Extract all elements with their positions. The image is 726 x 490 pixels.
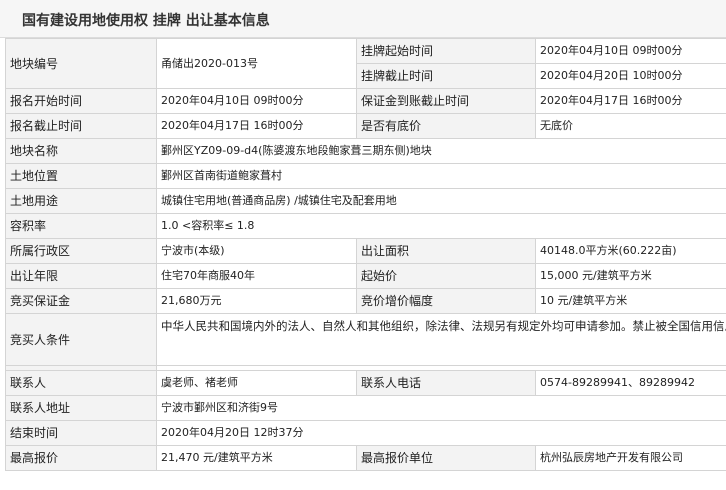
table-row: 土地位置 鄞州区首南街道鲍家葺村 (5, 163, 726, 189)
area-label: 出让面积 (356, 238, 536, 264)
phone-value: 0574-89289941、89289942 (535, 370, 726, 396)
land-use-value: 城镇住宅用地(普通商品房) /城镇住宅及配套用地 (156, 188, 726, 214)
listing-end-label: 挂牌截止时间 (356, 63, 536, 89)
contact-value: 虞老师、褚老师 (156, 370, 357, 396)
reserve-price-value: 无底价 (535, 113, 726, 139)
table-row: 地块名称 鄞州区YZ09-09-d4(陈婆渡东地段鲍家葺三期东侧)地块 (5, 138, 726, 164)
table-row: 地块编号 甬储出2020-013号 挂牌起始时间 2020年04月10日 09时… (5, 38, 726, 89)
table-row: 联系人地址 宁波市鄞州区和济街9号 (5, 395, 726, 421)
top-price-label: 最高报价 (5, 445, 157, 471)
table-row: 竞买人条件 中华人民共和国境内外的法人、自然人和其他组织，除法律、法规另有规定外… (5, 313, 726, 366)
address-label: 联系人地址 (5, 395, 157, 421)
conditions-label: 竞买人条件 (5, 313, 157, 366)
plot-name-label: 地块名称 (5, 138, 157, 164)
signup-start-value: 2020年04月10日 09时00分 (156, 88, 357, 114)
bid-deposit-label: 竞买保证金 (5, 288, 157, 314)
bid-deposit-value: 21,680万元 (156, 288, 357, 314)
district-value: 宁波市(本级) (156, 238, 357, 264)
table-row: 所属行政区 宁波市(本级) 出让面积 40148.0平方米(60.222亩) (5, 238, 726, 264)
plot-name-value: 鄞州区YZ09-09-d4(陈婆渡东地段鲍家葺三期东侧)地块 (156, 138, 726, 164)
table-row: 结束时间 2020年04月20日 12时37分 (5, 420, 726, 446)
end-time-label: 结束时间 (5, 420, 157, 446)
term-value: 住宅70年商服40年 (156, 263, 357, 289)
table-row: 最高报价 21,470 元/建筑平方米 最高报价单位 杭州弘辰房地产开发有限公司 (5, 445, 726, 471)
contact-label: 联系人 (5, 370, 157, 396)
phone-label: 联系人电话 (356, 370, 536, 396)
signup-end-value: 2020年04月17日 16时00分 (156, 113, 357, 139)
reserve-price-label: 是否有底价 (356, 113, 536, 139)
land-use-label: 土地用途 (5, 188, 157, 214)
top-bidder-value: 杭州弘辰房地产开发有限公司 (535, 445, 726, 471)
page-header: 国有建设用地使用权 挂牌 出让基本信息 (0, 0, 726, 38)
plot-no-value: 甬储出2020-013号 (156, 38, 357, 89)
table-row: 报名截止时间 2020年04月17日 16时00分 是否有底价 无底价 (5, 113, 726, 139)
increment-value: 10 元/建筑平方米 (535, 288, 726, 314)
signup-start-label: 报名开始时间 (5, 88, 157, 114)
district-label: 所属行政区 (5, 238, 157, 264)
listing-start-label: 挂牌起始时间 (356, 38, 536, 64)
deposit-deadline-value: 2020年04月17日 16时00分 (535, 88, 726, 114)
area-value: 40148.0平方米(60.222亩) (535, 238, 726, 264)
listing-start-value: 2020年04月10日 09时00分 (535, 38, 726, 64)
table-row: 竞买保证金 21,680万元 竞价增价幅度 10 元/建筑平方米 (5, 288, 726, 314)
far-label: 容积率 (5, 213, 157, 239)
signup-end-label: 报名截止时间 (5, 113, 157, 139)
top-bidder-label: 最高报价单位 (356, 445, 536, 471)
table-row: 出让年限 住宅70年商服40年 起始价 15,000 元/建筑平方米 (5, 263, 726, 289)
address-value: 宁波市鄞州区和济街9号 (156, 395, 726, 421)
top-price-value: 21,470 元/建筑平方米 (156, 445, 357, 471)
listing-end-value: 2020年04月20日 10时00分 (535, 63, 726, 89)
table-row: 容积率 1.0 <容积率≤ 1.8 (5, 213, 726, 239)
page-title: 国有建设用地使用权 挂牌 出让基本信息 (22, 13, 270, 29)
deposit-deadline-label: 保证金到账截止时间 (356, 88, 536, 114)
table-row: 联系人 虞老师、褚老师 联系人电话 0574-89289941、89289942 (5, 370, 726, 396)
table-row: 土地用途 城镇住宅用地(普通商品房) /城镇住宅及配套用地 (5, 188, 726, 214)
plot-no-label: 地块编号 (5, 38, 157, 89)
land-info-table: 地块编号 甬储出2020-013号 挂牌起始时间 2020年04月10日 09时… (5, 38, 726, 471)
far-value: 1.0 <容积率≤ 1.8 (156, 213, 726, 239)
term-label: 出让年限 (5, 263, 157, 289)
conditions-value: 中华人民共和国境内外的法人、自然人和其他组织，除法律、法规另有规定外均可申请参加… (156, 313, 726, 366)
location-value: 鄞州区首南街道鲍家葺村 (156, 163, 726, 189)
start-price-value: 15,000 元/建筑平方米 (535, 263, 726, 289)
start-price-label: 起始价 (356, 263, 536, 289)
increment-label: 竞价增价幅度 (356, 288, 536, 314)
table-row: 报名开始时间 2020年04月10日 09时00分 保证金到账截止时间 2020… (5, 88, 726, 114)
end-time-value: 2020年04月20日 12时37分 (156, 420, 726, 446)
location-label: 土地位置 (5, 163, 157, 189)
